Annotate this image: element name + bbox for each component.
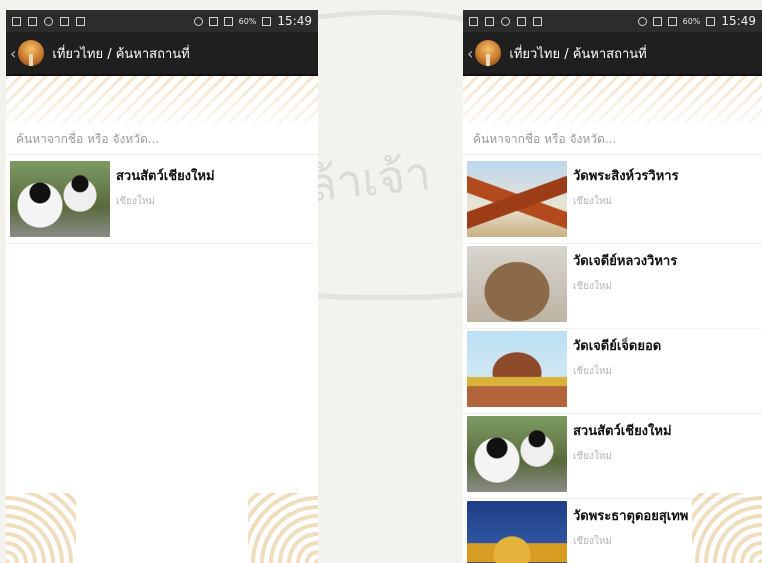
search-row xyxy=(6,124,318,155)
chedi-photo-icon xyxy=(467,331,567,407)
phone-screen-left: 60% 15:49 ‹ เที่ยวไทย / ค้นหาสถานที่ สวน… xyxy=(6,10,318,563)
item-subtitle: เชียงใหม่ xyxy=(573,196,613,207)
battery-icon xyxy=(706,16,716,26)
page-title: เที่ยวไทย / ค้นหาสถานที่ xyxy=(509,46,647,62)
list-item[interactable]: วัดเจดีย์เจ็ดยอด เชียงใหม่ xyxy=(463,329,762,414)
image-icon xyxy=(76,16,85,26)
alarm-icon xyxy=(637,16,647,26)
status-bar: 60% 15:49 xyxy=(6,10,318,32)
mail-icon xyxy=(517,16,526,26)
ornament-corner-icon xyxy=(6,493,76,563)
results-list: สวนสัตว์เชียงใหม่ เชียงใหม่ xyxy=(6,155,318,244)
usb-icon xyxy=(469,16,478,26)
thai-ornament-header xyxy=(463,76,762,124)
list-item[interactable]: วัดพระสิงห์วรวิหาร เชียงใหม่ xyxy=(463,159,762,244)
usb-icon xyxy=(12,16,21,26)
ornament-corner-icon xyxy=(248,493,318,563)
status-clock: 15:49 xyxy=(277,14,312,28)
mail-icon xyxy=(60,16,69,26)
panda-photo-icon xyxy=(10,161,110,237)
item-subtitle: เชียงใหม่ xyxy=(573,536,613,547)
panda-photo-icon xyxy=(467,416,567,492)
temple-photo-icon xyxy=(467,161,567,237)
search-row xyxy=(463,124,762,155)
list-item[interactable]: วัดเจดีย์หลวงวิหาร เชียงใหม่ xyxy=(463,244,762,329)
page-title: เที่ยวไทย / ค้นหาสถานที่ xyxy=(52,46,190,62)
settings-icon xyxy=(501,16,510,26)
item-title: สวนสัตว์เชียงใหม่ xyxy=(116,169,215,184)
app-logo-icon[interactable] xyxy=(18,40,45,66)
item-title: วัดเจดีย์เจ็ดยอด xyxy=(573,339,662,354)
download-icon xyxy=(28,16,37,26)
alarm-icon xyxy=(193,16,203,26)
notification-icons xyxy=(469,16,542,26)
chedi-ruin-photo-icon xyxy=(467,246,567,322)
status-bar: 60% 15:49 xyxy=(463,10,762,32)
battery-percent: 60% xyxy=(238,16,257,26)
settings-icon xyxy=(44,16,53,26)
battery-icon xyxy=(262,16,272,26)
item-subtitle: เชียงใหม่ xyxy=(573,366,613,377)
thai-ornament-header xyxy=(6,76,318,124)
golden-pagoda-photo-icon xyxy=(467,501,567,563)
battery-percent: 60% xyxy=(682,16,701,26)
search-input[interactable] xyxy=(14,131,310,147)
list-item[interactable]: สวนสัตว์เชียงใหม่ เชียงใหม่ xyxy=(463,414,762,499)
signal-icon xyxy=(223,16,233,26)
signal-icon xyxy=(667,16,677,26)
ornament-corner-icon xyxy=(692,493,762,563)
notification-icons xyxy=(12,16,85,26)
app-logo-icon[interactable] xyxy=(475,40,502,66)
phone-screen-right: 60% 15:49 ‹ เที่ยวไทย / ค้นหาสถานที่ วัด… xyxy=(463,10,762,563)
wifi-icon xyxy=(652,16,662,26)
action-bar: ‹ เที่ยวไทย / ค้นหาสถานที่ xyxy=(463,32,762,76)
back-chevron-icon[interactable]: ‹ xyxy=(467,44,473,63)
back-chevron-icon[interactable]: ‹ xyxy=(10,44,16,63)
item-subtitle: เชียงใหม่ xyxy=(116,196,156,207)
list-item[interactable]: สวนสัตว์เชียงใหม่ เชียงใหม่ xyxy=(6,159,318,244)
download-icon xyxy=(485,16,494,26)
item-subtitle: เชียงใหม่ xyxy=(573,451,613,462)
wifi-icon xyxy=(208,16,218,26)
item-title: วัดเจดีย์หลวงวิหาร xyxy=(573,254,678,269)
item-title: วัดพระธาตุดอยสุเทพ xyxy=(573,509,689,524)
item-title: วัดพระสิงห์วรวิหาร xyxy=(573,169,679,184)
status-clock: 15:49 xyxy=(721,14,756,28)
search-input[interactable] xyxy=(471,131,754,147)
item-title: สวนสัตว์เชียงใหม่ xyxy=(573,424,672,439)
action-bar: ‹ เที่ยวไทย / ค้นหาสถานที่ xyxy=(6,32,318,76)
item-subtitle: เชียงใหม่ xyxy=(573,281,613,292)
image-icon xyxy=(533,16,542,26)
